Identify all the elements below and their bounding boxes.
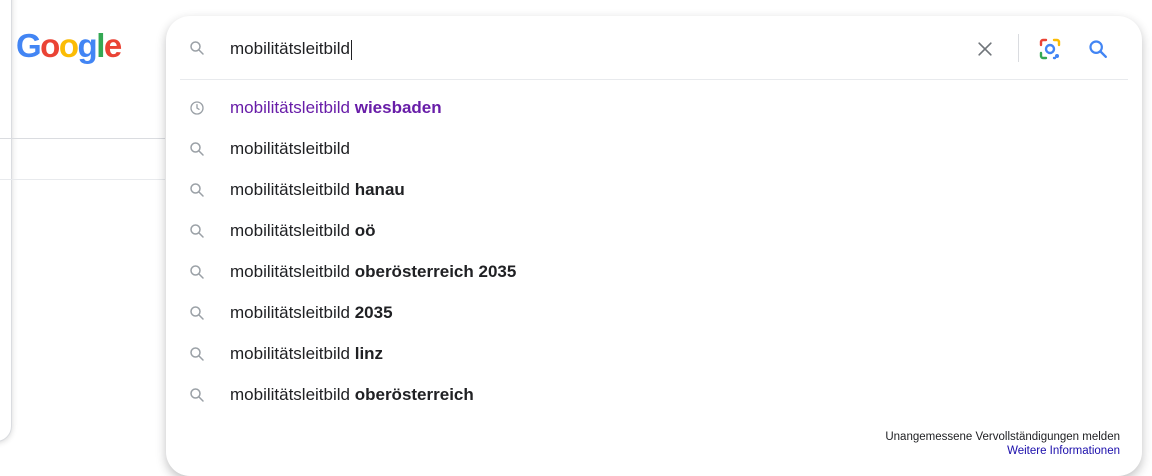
logo-letter: g	[77, 27, 98, 64]
close-icon	[978, 42, 992, 56]
logo-letter: G	[16, 27, 42, 64]
suggestion-item[interactable]: mobilitätsleitbild wiesbaden	[166, 87, 1142, 128]
suggestion-item[interactable]: mobilitätsleitbild 2035	[166, 292, 1142, 333]
suggestion-completion-text: oö	[350, 221, 376, 240]
suggestion-text: mobilitätsleitbild	[230, 128, 350, 169]
suggestion-completion-text: oberösterreich	[350, 385, 474, 404]
suggestion-text: mobilitätsleitbild oberösterreich 2035	[230, 251, 516, 292]
suggestion-item[interactable]: mobilitätsleitbild hanau	[166, 169, 1142, 210]
search-divider	[180, 79, 1128, 80]
search-bar-separator	[1018, 34, 1019, 62]
suggestion-completion-text: oberösterreich 2035	[350, 262, 517, 281]
history-icon	[188, 99, 206, 117]
suggestion-text: mobilitätsleitbild oberösterreich	[230, 374, 474, 415]
suggestion-item[interactable]: mobilitätsleitbild	[166, 128, 1142, 169]
search-icon	[188, 345, 206, 363]
suggestion-text: mobilitätsleitbild wiesbaden	[230, 87, 442, 128]
background-divider	[0, 179, 165, 180]
background-divider	[0, 138, 165, 139]
suggestion-list: mobilitätsleitbild wiesbaden mobilitätsle…	[166, 87, 1142, 415]
search-icon	[188, 39, 206, 57]
suggestion-base-text: mobilitätsleitbild	[230, 180, 350, 199]
search-icon	[188, 140, 206, 158]
google-lens-icon	[1039, 38, 1061, 60]
search-icon	[188, 263, 206, 281]
background-panel	[0, 0, 12, 442]
logo-letter: l	[96, 27, 105, 64]
search-bar: mobilitätsleitbild	[166, 16, 1142, 80]
search-query-text: mobilitätsleitbild	[230, 39, 350, 58]
suggestion-completion-text: wiesbaden	[350, 98, 442, 117]
logo-letter: o	[40, 27, 60, 64]
search-icon	[188, 304, 206, 322]
clear-search-button[interactable]	[972, 36, 998, 62]
suggestion-text: mobilitätsleitbild oö	[230, 210, 376, 251]
dropdown-footer: Unangemessene Vervollständigungen melden…	[885, 430, 1120, 458]
suggestion-completion-text: hanau	[350, 180, 405, 199]
report-predictions-link[interactable]: Unangemessene Vervollständigungen melden	[885, 430, 1120, 444]
suggestion-base-text: mobilitätsleitbild	[230, 385, 350, 404]
google-logo[interactable]: Google	[16, 26, 122, 66]
suggestion-text: mobilitätsleitbild linz	[230, 333, 383, 374]
suggestion-base-text: mobilitätsleitbild	[230, 303, 350, 322]
suggestion-item[interactable]: mobilitätsleitbild oö	[166, 210, 1142, 251]
logo-letter: o	[58, 27, 79, 64]
suggestion-base-text: mobilitätsleitbild	[230, 262, 350, 281]
search-icon	[188, 222, 206, 240]
text-cursor	[351, 39, 352, 60]
suggestion-completion-text: linz	[350, 344, 384, 363]
suggestion-text: mobilitätsleitbild 2035	[230, 292, 393, 333]
suggestion-base-text: mobilitätsleitbild	[230, 221, 350, 240]
suggestion-item[interactable]: mobilitätsleitbild oberösterreich	[166, 374, 1142, 415]
suggestion-item[interactable]: mobilitätsleitbild oberösterreich 2035	[166, 251, 1142, 292]
suggestion-completion-text: 2035	[350, 303, 393, 322]
more-info-link[interactable]: Weitere Informationen	[885, 444, 1120, 458]
suggestion-base-text: mobilitätsleitbild	[230, 139, 350, 158]
search-icon	[188, 386, 206, 404]
search-input[interactable]: mobilitätsleitbild	[230, 36, 352, 62]
suggestion-base-text: mobilitätsleitbild	[230, 98, 350, 117]
google-lens-button[interactable]	[1036, 35, 1064, 63]
search-submit-button[interactable]	[1084, 35, 1112, 63]
suggestion-base-text: mobilitätsleitbild	[230, 344, 350, 363]
search-icon	[188, 181, 206, 199]
suggestion-text: mobilitätsleitbild hanau	[230, 169, 405, 210]
search-icon	[1089, 40, 1107, 58]
logo-letter: e	[103, 27, 122, 64]
search-autocomplete-dropdown: mobilitätsleitbild mobilitätsleitbild wi…	[166, 16, 1142, 476]
suggestion-item[interactable]: mobilitätsleitbild linz	[166, 333, 1142, 374]
